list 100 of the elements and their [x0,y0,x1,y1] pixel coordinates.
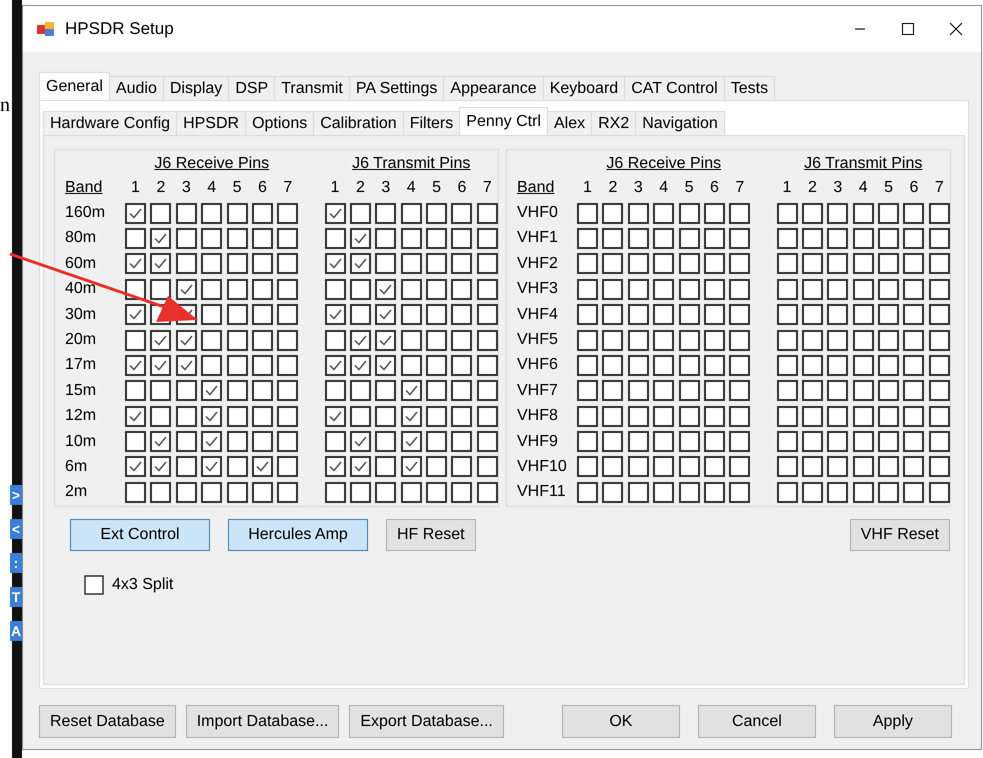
footer-button[interactable]: Import Database... [186,705,340,738]
checkbox[interactable] [451,228,472,249]
checkbox[interactable] [375,278,396,300]
checkbox[interactable] [577,380,598,402]
checkbox[interactable] [852,253,874,274]
checkbox[interactable] [451,431,472,452]
checkbox[interactable] [150,380,172,402]
checkbox[interactable] [928,304,950,326]
checkbox[interactable] [375,380,396,402]
checkbox[interactable] [827,202,848,224]
checkbox[interactable] [852,304,874,326]
checkbox[interactable] [802,228,823,249]
checkbox[interactable] [176,330,197,351]
checkbox[interactable] [928,456,950,478]
checkbox[interactable] [277,482,298,503]
checkbox[interactable] [350,354,371,376]
checkbox[interactable] [628,202,649,224]
checkbox[interactable] [252,456,273,478]
checkbox[interactable] [451,406,472,427]
checkbox[interactable] [903,228,924,249]
checkbox[interactable] [324,253,346,274]
checkbox[interactable] [400,304,422,326]
checkbox[interactable] [628,431,649,452]
checkbox[interactable] [176,406,197,427]
checkbox[interactable] [628,456,649,478]
checkbox[interactable] [476,482,498,503]
checkbox[interactable] [84,575,104,595]
footer-button[interactable]: Export Database... [349,705,504,738]
checkbox[interactable] [226,330,248,351]
checkbox[interactable] [176,431,197,452]
checkbox[interactable] [602,202,624,224]
checkbox[interactable] [350,456,371,478]
checkbox[interactable] [324,431,346,452]
checkbox[interactable] [451,278,472,300]
checkbox[interactable] [324,456,346,478]
checkbox[interactable] [577,253,598,274]
checkbox[interactable] [928,406,950,427]
checkbox[interactable] [903,304,924,326]
checkbox[interactable] [878,304,900,326]
checkbox[interactable] [903,253,924,274]
checkbox[interactable] [252,406,273,427]
checkbox[interactable] [602,431,624,452]
checkbox[interactable] [776,202,798,224]
checkbox[interactable] [201,253,222,274]
checkbox[interactable] [827,354,848,376]
checkbox[interactable] [827,456,848,478]
checkbox[interactable] [400,380,422,402]
tab[interactable]: Tests [724,76,776,100]
checkbox[interactable] [878,253,900,274]
checkbox[interactable] [451,253,472,274]
checkbox[interactable] [678,354,700,376]
checkbox[interactable] [577,431,598,452]
checkbox[interactable] [577,278,598,300]
checkbox[interactable] [628,380,649,402]
checkbox[interactable] [150,202,172,224]
checkbox[interactable] [451,202,472,224]
checkbox[interactable] [350,406,371,427]
checkbox[interactable] [277,330,298,351]
checkbox[interactable] [125,456,146,478]
checkbox[interactable] [226,380,248,402]
checkbox[interactable] [653,304,674,326]
checkbox[interactable] [602,456,624,478]
footer-button[interactable]: Cancel [698,705,816,738]
checkbox[interactable] [776,330,798,351]
checkbox[interactable] [653,278,674,300]
checkbox[interactable] [252,354,273,376]
checkbox[interactable] [150,456,172,478]
checkbox[interactable] [577,330,598,351]
checkbox[interactable] [704,406,725,427]
footer-button[interactable]: OK [562,705,680,738]
checkbox[interactable] [776,380,798,402]
checkbox[interactable] [928,431,950,452]
checkbox[interactable] [201,354,222,376]
checkbox[interactable] [878,406,900,427]
checkbox[interactable] [226,253,248,274]
checkbox[interactable] [176,456,197,478]
checkbox[interactable] [176,228,197,249]
checkbox[interactable] [802,456,823,478]
checkbox[interactable] [653,482,674,503]
checkbox[interactable] [802,482,823,503]
checkbox[interactable] [852,354,874,376]
checkbox[interactable] [577,202,598,224]
checkbox[interactable] [852,456,874,478]
checkbox[interactable] [375,406,396,427]
checkbox[interactable] [602,278,624,300]
checkbox[interactable] [852,406,874,427]
checkbox[interactable] [903,354,924,376]
checkbox[interactable] [729,304,750,326]
checkbox[interactable] [729,202,750,224]
checkbox[interactable] [678,330,700,351]
checkbox[interactable] [628,253,649,274]
checkbox[interactable] [878,456,900,478]
checkbox[interactable] [226,202,248,224]
checkbox[interactable] [201,304,222,326]
checkbox[interactable] [903,406,924,427]
checkbox[interactable] [729,456,750,478]
checkbox[interactable] [350,304,371,326]
checkbox[interactable] [324,228,346,249]
checkbox[interactable] [426,330,448,351]
checkbox[interactable] [426,304,448,326]
